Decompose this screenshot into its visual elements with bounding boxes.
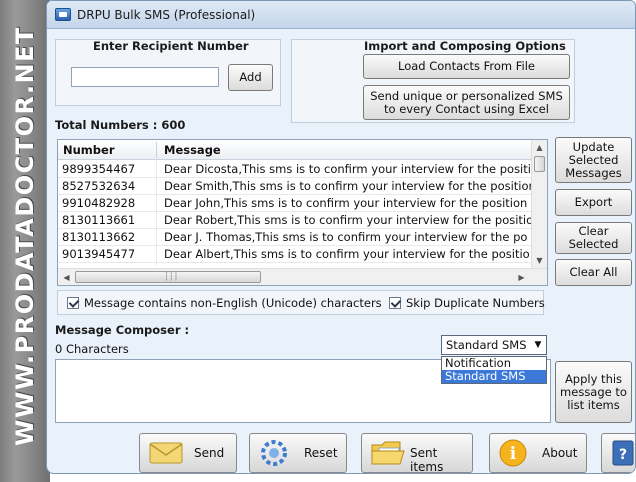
recipient-panel: Enter Recipient Number Add	[55, 39, 281, 106]
send-unique-excel-button[interactable]: Send unique or personalized SMS to every…	[363, 85, 570, 120]
cell-number: 9910482928	[62, 196, 136, 210]
recipient-label: Enter Recipient Number	[93, 39, 249, 53]
update-line1: Update	[572, 139, 615, 154]
send-button[interactable]: Send	[139, 433, 237, 473]
scroll-up-arrow-icon[interactable]: ▲	[532, 140, 547, 155]
unicode-checkbox[interactable]	[67, 297, 79, 309]
clear-selected-button[interactable]: Clear Selected	[555, 222, 632, 254]
reset-label: Reset	[304, 446, 338, 460]
cell-message: Dear Smith,This sms is to confirm your i…	[164, 179, 532, 193]
cell-message: Dear Robert,This sms is to confirm your …	[164, 213, 532, 227]
apply-line3: list items	[567, 397, 620, 412]
scroll-down-arrow-icon[interactable]: ▼	[532, 253, 547, 268]
export-label: Export	[574, 195, 613, 209]
contacts-table[interactable]: Number Message 9899354467 Dear Dicosta,T…	[57, 139, 548, 286]
help-book-icon: ?	[612, 440, 634, 466]
update-line2: Selected	[568, 152, 619, 167]
apply-line1: Apply this	[564, 371, 623, 386]
total-numbers-value: 600	[161, 118, 186, 132]
website-banner: WWW.PRODATADOCTOR.NET	[0, 0, 50, 482]
cell-number: 8130113662	[62, 230, 136, 244]
send-unique-line2: to every Contact using Excel	[384, 101, 549, 116]
svg-text:i: i	[510, 444, 517, 464]
export-button[interactable]: Export	[555, 189, 632, 216]
table-row[interactable]: 8130113661 Dear Robert,This sms is to co…	[58, 212, 532, 229]
cell-number: 8527532634	[62, 179, 136, 193]
horizontal-scroll-thumb[interactable]: ┆┆┆	[75, 271, 261, 283]
cell-number: 8130113661	[62, 213, 136, 227]
sms-type-options: Notification Standard SMS	[441, 356, 547, 384]
banner-text: WWW.PRODATADOCTOR.NET	[11, 26, 39, 446]
load-contacts-button[interactable]: Load Contacts From File	[363, 54, 570, 79]
cell-message: Dear Albert,This sms is to confirm your …	[164, 247, 530, 261]
folder-icon	[371, 441, 405, 465]
option-standard-sms[interactable]: Standard SMS	[442, 370, 546, 383]
skip-duplicates-label: Skip Duplicate Numbers	[406, 296, 545, 310]
about-label: About	[542, 446, 578, 460]
sms-type-select[interactable]: Standard SMS ▼	[441, 335, 547, 355]
cell-number: 9013945477	[62, 247, 136, 261]
table-row[interactable]: 9910482928 Dear John,This sms is to conf…	[58, 195, 532, 212]
scroll-right-arrow-icon[interactable]: ▶	[514, 270, 529, 285]
add-button[interactable]: Add	[228, 64, 273, 91]
character-count: 0 Characters	[55, 342, 129, 356]
window-title: DRPU Bulk SMS (Professional)	[77, 8, 256, 22]
sms-type-value: Standard SMS	[446, 338, 527, 352]
options-panel: Message contains non-English (Unicode) c…	[57, 290, 545, 315]
help-button[interactable]: ?	[601, 433, 635, 473]
table-row[interactable]: 8527532634 Dear Smith,This sms is to con…	[58, 178, 532, 195]
column-header-message[interactable]: Message	[164, 143, 221, 157]
clear-all-label: Clear All	[569, 265, 618, 279]
sent-items-label: Sent items	[410, 446, 444, 474]
title-bar: DRPU Bulk SMS (Professional)	[47, 1, 635, 29]
unicode-checkbox-row[interactable]: Message contains non-English (Unicode) c…	[67, 296, 382, 310]
envelope-icon	[149, 442, 183, 464]
about-button[interactable]: i About	[489, 433, 587, 473]
app-icon	[55, 8, 71, 21]
apply-message-button[interactable]: Apply this message to list items	[555, 361, 632, 423]
skip-duplicates-checkbox[interactable]	[389, 297, 401, 309]
column-header-number[interactable]: Number	[63, 143, 115, 157]
cell-message: Dear Dicosta,This sms is to confirm your…	[164, 162, 531, 176]
reset-button[interactable]: Reset	[249, 433, 347, 473]
dropdown-arrow-icon[interactable]: ▼	[530, 340, 546, 350]
apply-line2: message to	[560, 384, 627, 399]
clear-selected-line2: Selected	[568, 237, 619, 251]
cell-number: 9899354467	[62, 162, 136, 176]
scroll-left-arrow-icon[interactable]: ◀	[59, 270, 74, 285]
horizontal-scrollbar[interactable]: ◀ ┆┆┆ ▶	[58, 268, 547, 285]
update-selected-messages-button[interactable]: Update Selected Messages	[555, 137, 632, 183]
table-row[interactable]: 9013945477 Dear Albert,This sms is to co…	[58, 246, 532, 263]
load-contacts-label: Load Contacts From File	[397, 59, 536, 73]
svg-text:?: ?	[619, 447, 627, 463]
total-numbers: Total Numbers : 600	[55, 118, 185, 132]
vertical-scroll-thumb[interactable]	[534, 156, 545, 172]
update-line3: Messages	[565, 165, 622, 180]
unicode-label: Message contains non-English (Unicode) c…	[84, 296, 382, 310]
clear-all-button[interactable]: Clear All	[555, 259, 632, 286]
import-label: Import and Composing Options	[364, 39, 566, 53]
table-row[interactable]: 9899354467 Dear Dicosta,This sms is to c…	[58, 161, 532, 178]
import-panel: Import and Composing Options Load Contac…	[291, 39, 575, 123]
cell-message: Dear John,This sms is to confirm your in…	[164, 196, 528, 210]
send-unique-line1: Send unique or personalized SMS	[370, 88, 563, 103]
cell-message: Dear J. Thomas,This sms is to confirm yo…	[164, 230, 528, 244]
table-header: Number Message	[58, 140, 532, 160]
info-icon: i	[499, 439, 527, 467]
reset-icon	[261, 440, 287, 466]
composer-label: Message Composer :	[55, 323, 190, 337]
app-window: DRPU Bulk SMS (Professional) Enter Recip…	[46, 0, 636, 474]
skip-duplicates-checkbox-row[interactable]: Skip Duplicate Numbers	[389, 296, 545, 310]
vertical-scrollbar[interactable]: ▲ ▼	[531, 140, 547, 269]
grip-icon: ┆┆┆	[164, 272, 179, 281]
total-numbers-label: Total Numbers :	[55, 118, 158, 132]
table-row[interactable]: 8130113662 Dear J. Thomas,This sms is to…	[58, 229, 532, 246]
sent-items-button[interactable]: Sent items	[361, 433, 473, 473]
recipient-number-input[interactable]	[71, 67, 219, 87]
send-label: Send	[194, 446, 225, 460]
